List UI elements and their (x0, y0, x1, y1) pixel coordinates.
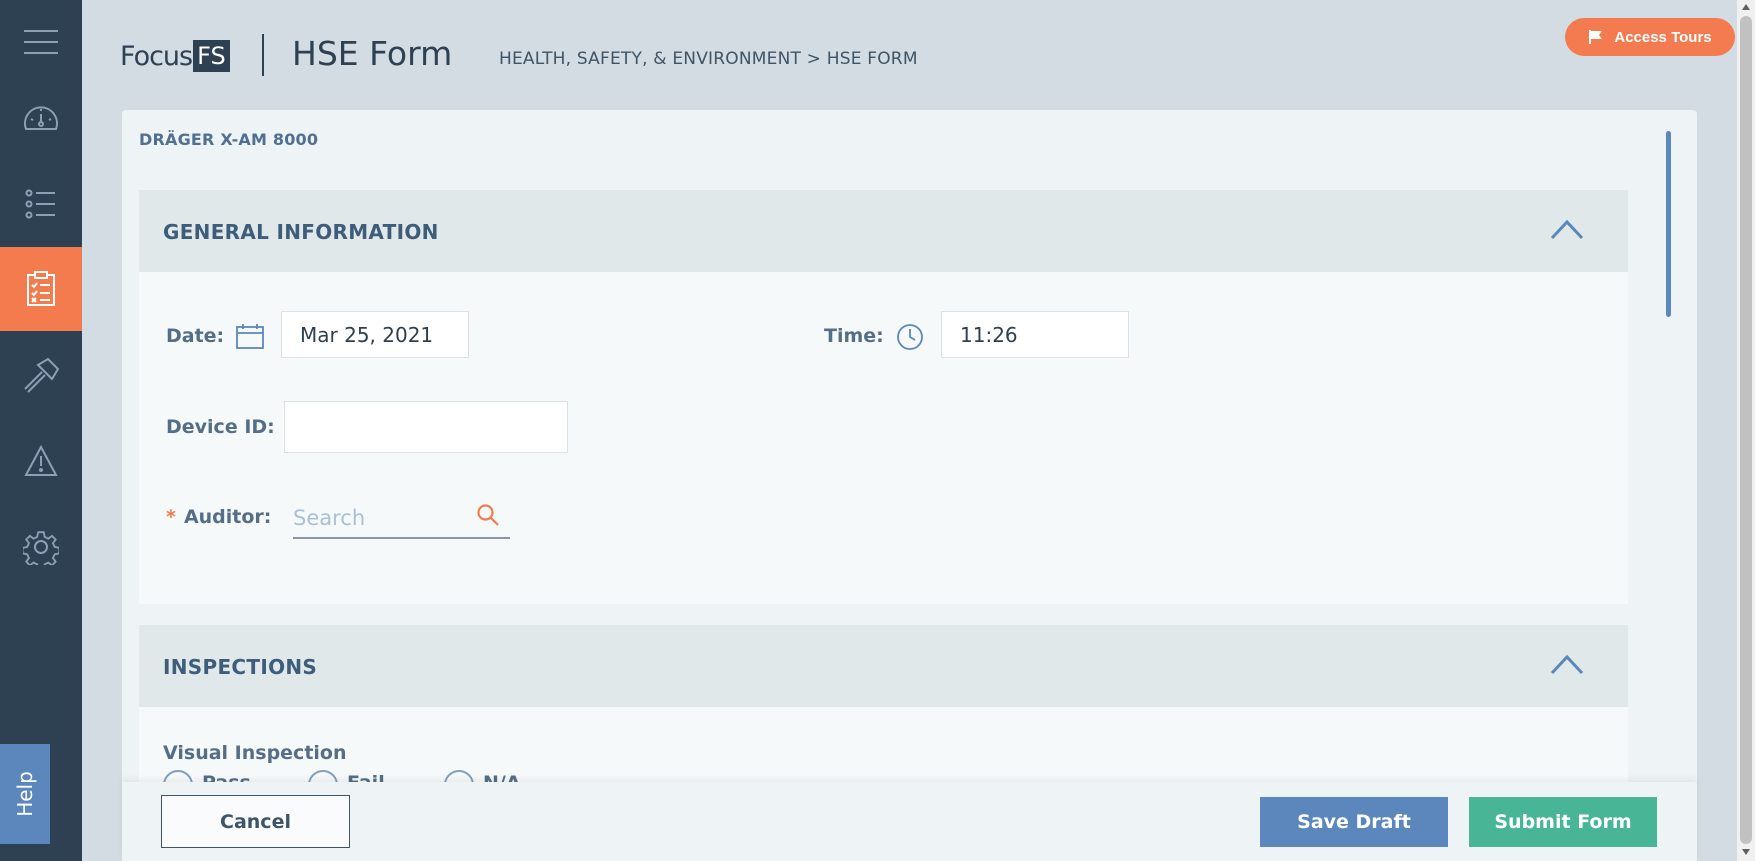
sidebar: Help (0, 0, 82, 861)
auditor-label-text: Auditor: (183, 506, 272, 528)
time-field[interactable]: 11:26 (941, 311, 1129, 358)
page-title: HSE Form (292, 34, 453, 73)
scroll-up-icon[interactable] (1742, 4, 1750, 10)
auditor-search (293, 500, 510, 539)
scroll-down-icon[interactable] (1742, 849, 1750, 855)
general-information-header[interactable]: GENERAL INFORMATION (139, 190, 1628, 272)
help-label: Help (12, 771, 37, 817)
brand-focus: Focus (120, 40, 193, 72)
hammer-icon (24, 357, 60, 393)
breadcrumb: HEALTH, SAFETY, & ENVIRONMENT > HSE FORM (499, 49, 918, 69)
time-label: Time: (824, 325, 884, 347)
flag-icon (1589, 30, 1603, 44)
device-id-field[interactable] (284, 401, 568, 453)
hamburger-icon (24, 30, 58, 54)
gear-icon (23, 531, 59, 565)
form-footer (122, 782, 1697, 861)
chevron-up-icon[interactable] (1550, 216, 1584, 242)
search-icon[interactable] (476, 503, 500, 527)
cancel-button[interactable]: Cancel (161, 795, 350, 848)
submit-form-button[interactable]: Submit Form (1469, 797, 1657, 847)
chevron-up-icon[interactable] (1550, 651, 1584, 677)
general-information-title: GENERAL INFORMATION (163, 220, 439, 244)
inspections-header[interactable]: INSPECTIONS (139, 625, 1628, 707)
brand-logo: Focus FS (120, 36, 230, 76)
calendar-icon[interactable] (236, 323, 264, 349)
required-marker: * (166, 506, 176, 528)
help-tab[interactable]: Help (0, 744, 50, 844)
sidebar-item-list[interactable] (0, 162, 82, 246)
brand-fs: FS (193, 40, 230, 72)
header-divider (262, 34, 264, 76)
visual-inspection-label: Visual Inspection (163, 742, 347, 764)
card-scrollbar[interactable] (1666, 131, 1671, 317)
device-title: DRÄGER X-AM 8000 (139, 130, 319, 149)
page-scrollbar[interactable] (1737, 0, 1755, 861)
speedometer-icon (24, 106, 58, 130)
inspections-title: INSPECTIONS (163, 655, 318, 679)
device-id-label: Device ID: (166, 416, 275, 438)
sidebar-item-dashboard[interactable] (0, 76, 82, 160)
list-icon (25, 189, 55, 219)
access-tours-button[interactable]: Access Tours (1565, 18, 1735, 56)
auditor-search-input[interactable] (293, 500, 473, 536)
sidebar-item-tools[interactable] (0, 333, 82, 417)
access-tours-label: Access Tours (1614, 28, 1712, 46)
menu-button[interactable] (0, 0, 82, 84)
auditor-label: * Auditor: (166, 506, 271, 528)
scroll-thumb[interactable] (1740, 16, 1752, 844)
sidebar-item-forms[interactable] (0, 247, 82, 331)
clock-icon[interactable] (896, 323, 924, 351)
save-draft-button[interactable]: Save Draft (1260, 797, 1448, 847)
warning-icon (24, 445, 58, 476)
clipboard-icon (27, 271, 55, 306)
sidebar-item-hazards[interactable] (0, 419, 82, 503)
date-label: Date: (166, 325, 225, 347)
sidebar-item-settings[interactable] (0, 505, 82, 589)
date-field[interactable]: Mar 25, 2021 (281, 311, 469, 358)
inspections-body (139, 707, 1628, 782)
